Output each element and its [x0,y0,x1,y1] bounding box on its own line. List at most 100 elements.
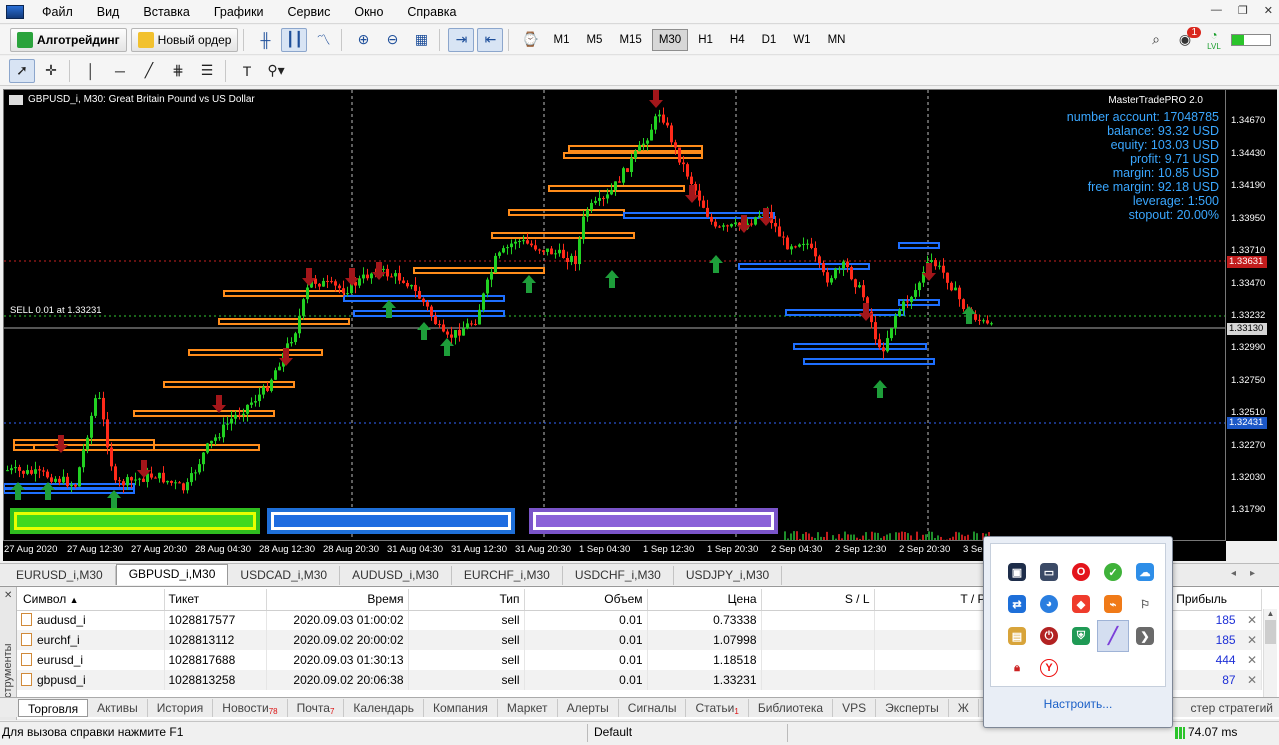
restore-icon[interactable]: ❐ [1238,4,1248,17]
col-ticket[interactable]: Тикет [164,589,267,611]
periods-icon[interactable]: ⌚ [517,28,543,52]
close-order-icon[interactable]: ✕ [1247,613,1257,627]
tab-articles[interactable]: Статьи1 [686,698,749,717]
price-chart[interactable]: GBPUSD_i, M30: Great Britain Pound vs US… [3,89,1226,541]
shield-icon[interactable]: ⛨ [1065,620,1097,652]
indicator-button-green[interactable] [10,508,260,534]
chart-tab-usdchf[interactable]: USDCHF_i,M30 [563,566,674,585]
candlestick-chart-icon[interactable]: ┃┃ [281,27,308,52]
timeframe-m15[interactable]: M15 [612,29,648,51]
col-volume[interactable]: Объем [524,589,648,611]
chart-tab-eurusd[interactable]: EURUSD_i,M30 [4,566,116,585]
tab-library[interactable]: Библиотека [749,698,834,717]
tab-signals[interactable]: Сигналы [619,698,687,717]
timeframe-h1[interactable]: H1 [691,29,720,51]
signal-level-icon[interactable]: ◔ LVL [1201,28,1227,52]
tab-company[interactable]: Компания [424,698,498,717]
chart-tab-eurchf[interactable]: EURCHF_i,M30 [452,566,563,585]
account-icon[interactable]: ◉ 1 [1172,26,1201,52]
laptop-icon[interactable]: ▭ [1033,556,1065,588]
chart-tab-gbpusd[interactable]: GBPUSD_i,M30 [115,564,229,585]
photos-icon[interactable]: ▤ [1001,620,1033,652]
menu-view[interactable]: Вид [87,5,134,19]
autoscroll-icon[interactable]: ⇥ [448,27,475,52]
anydesk-icon[interactable]: ◆ [1065,588,1097,620]
timeframe-w1[interactable]: W1 [786,29,817,51]
timeframe-h4[interactable]: H4 [723,29,752,51]
opera-icon[interactable]: O [1065,556,1097,588]
algotrading-button[interactable]: Алготрейдинг [10,27,127,52]
cursor-icon[interactable]: ➚ [9,58,35,83]
new-order-button[interactable]: Новый ордер [130,27,239,52]
menu-insert[interactable]: Вставка [133,5,203,19]
text-label-icon[interactable]: T [234,59,260,83]
col-price[interactable]: Цена [647,589,762,611]
close-icon[interactable]: ✕ [4,590,12,601]
flag-icon[interactable]: ⚐ [1129,588,1161,620]
tab-scroll-arrows[interactable]: ◂▸ [1231,568,1269,579]
tab-journal[interactable]: Ж [949,698,979,717]
customize-link[interactable]: Настроить... [984,697,1172,711]
shapes-dropdown-icon[interactable]: ⚲▾ [263,59,289,83]
chart-tab-usdjpy[interactable]: USDJPY_i,M30 [674,566,783,585]
menu-file[interactable]: Файл [32,5,87,19]
tile-windows-icon[interactable]: ▦ [408,28,434,52]
timeframe-mn[interactable]: MN [821,29,853,51]
check-icon[interactable]: ✓ [1097,556,1129,588]
vertical-line-icon[interactable]: │ [78,59,104,83]
menu-charts[interactable]: Графики [204,5,278,19]
search-icon[interactable]: ⌕ [1143,28,1169,52]
trendline-icon[interactable]: ╱ [136,59,162,83]
col-time[interactable]: Время [266,589,409,611]
menu-window[interactable]: Окно [344,5,397,19]
col-type[interactable]: Тип [408,589,525,611]
tab-history[interactable]: История [148,698,214,717]
close-icon[interactable]: ✕ [1264,4,1273,17]
chrome-icon[interactable]: ◕ [1033,588,1065,620]
tab-vps[interactable]: VPS [833,698,877,717]
timeframe-d1[interactable]: D1 [755,29,784,51]
tab-market[interactable]: Маркет [498,698,558,717]
power-icon[interactable]: ⏻ [1033,620,1065,652]
yandex-icon[interactable]: Y [1033,652,1065,684]
timeframe-m30[interactable]: M30 [651,28,689,51]
indicator-button-blue[interactable] [267,508,515,534]
tab-strategy-tester[interactable]: стер стратегий [1182,699,1279,717]
chart-tab-usdcad[interactable]: USDCAD_i,M30 [228,566,341,585]
tab-assets[interactable]: Активы [88,698,148,717]
close-order-icon[interactable]: ✕ [1247,673,1257,687]
usb-icon[interactable]: ⌁ [1097,588,1129,620]
indicator-button-purple[interactable] [529,508,778,534]
pen-icon[interactable]: ╱ [1097,620,1129,652]
teamviewer-icon[interactable]: ⇄ [1001,588,1033,620]
crosshair-icon[interactable]: ✛ [38,59,64,83]
arrow-icon[interactable]: ❯ [1129,620,1161,652]
zoom-out-icon[interactable]: ⊖ [379,28,405,52]
tab-news[interactable]: Новости78 [213,698,288,717]
close-order-icon[interactable]: ✕ [1247,633,1257,647]
monitor-icon[interactable]: ▣ [1001,556,1033,588]
menu-tools[interactable]: Сервис [278,5,345,19]
zoom-in-icon[interactable]: ⊕ [350,28,376,52]
horizontal-line-icon[interactable]: ─ [107,59,133,83]
chart-shift-icon[interactable]: ⇤ [477,27,504,52]
bar-chart-icon[interactable]: ╫ [252,28,278,52]
col-symbol[interactable]: Символ ▲ [17,589,165,611]
tab-trade[interactable]: Торговля [18,698,89,717]
minimize-icon[interactable]: — [1211,4,1222,17]
scroll-up-icon[interactable]: ▲ [1264,609,1277,618]
tab-experts[interactable]: Эксперты [876,698,949,717]
col-sl[interactable]: S / L [761,589,875,611]
timeframe-m5[interactable]: M5 [579,29,609,51]
tab-mail[interactable]: Почта7 [288,698,345,717]
close-order-icon[interactable]: ✕ [1247,653,1257,667]
scroll-thumb[interactable] [1265,620,1276,644]
line-chart-icon[interactable]: 〽 [310,28,336,52]
menu-help[interactable]: Справка [397,5,470,19]
chart-tab-audusd[interactable]: AUDUSD_i,M30 [340,566,452,585]
tab-alerts[interactable]: Алерты [558,698,619,717]
col-tp[interactable]: T / P [874,589,991,611]
fibonacci-expansion-icon[interactable]: ⋕ [165,59,191,83]
cloud-icon[interactable]: ☁ [1129,556,1161,588]
fibonacci-icon[interactable]: ☰ [194,59,220,83]
